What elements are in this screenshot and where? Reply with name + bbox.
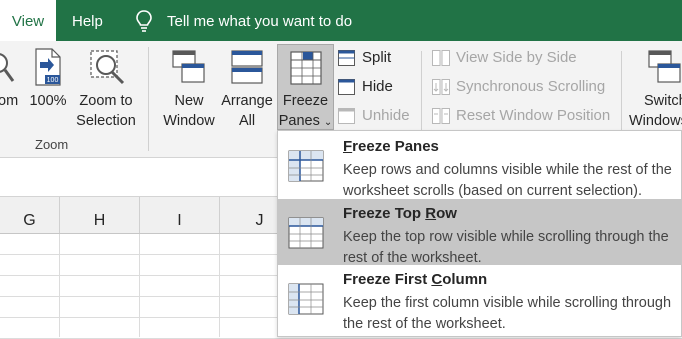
- access-key: F: [343, 138, 353, 155]
- hide-label: Hide: [362, 78, 393, 95]
- arrange-all-label-1: Arrange: [221, 93, 273, 109]
- access-key: C: [431, 271, 443, 288]
- title-part: Freeze First: [343, 271, 432, 288]
- title-part: Freeze Top: [343, 205, 426, 222]
- menu-item-freeze-panes[interactable]: Freeze Panes Keep rows and columns visib…: [278, 132, 681, 199]
- reset-window-position-button[interactable]: Reset Window Position: [432, 105, 612, 127]
- view-side-by-side-button[interactable]: View Side by Side: [432, 47, 612, 69]
- freeze-panes-label-1: Freeze: [282, 93, 329, 109]
- zoom-to-selection-icon: [90, 50, 125, 85]
- ribbon-tab-bar: View Help Tell me what you want to do: [0, 0, 682, 41]
- magnifier-icon: [0, 53, 15, 82]
- new-window-icon: [172, 50, 205, 83]
- view-side-by-side-label: View Side by Side: [456, 49, 577, 66]
- new-window-label-1: New: [174, 93, 204, 109]
- new-window-button[interactable]: New Window: [160, 41, 218, 135]
- group-separator: [148, 47, 149, 151]
- freeze-panes-icon: [288, 150, 324, 182]
- freeze-first-column-icon: [288, 283, 324, 315]
- column-header-g[interactable]: G: [0, 197, 60, 233]
- svg-text:100: 100: [47, 77, 59, 84]
- menu-item-title: Freeze Top Row: [343, 205, 457, 222]
- zoom-100-label: 100%: [29, 93, 67, 109]
- zoom-to-selection-label-1: Zoom to: [79, 93, 133, 109]
- synchronous-scrolling-label: Synchronous Scrolling: [456, 78, 606, 95]
- tab-help[interactable]: Help: [72, 0, 103, 41]
- switch-windows-label-1: Switch: [644, 93, 682, 109]
- split-icon: [338, 50, 355, 66]
- arrange-all-button[interactable]: Arrange All: [219, 41, 275, 135]
- title-part: reeze Panes: [352, 138, 439, 155]
- arrange-all-label-2: All: [238, 113, 256, 129]
- view-side-by-side-icon: [432, 50, 450, 66]
- unhide-label: Unhide: [362, 107, 410, 124]
- tell-me-search[interactable]: Tell me what you want to do: [167, 0, 352, 41]
- menu-item-title: Freeze Panes: [343, 138, 439, 155]
- freeze-panes-label-2: Panes: [278, 113, 320, 129]
- menu-item-description: Keep rows and columns visible while the …: [343, 162, 672, 199]
- arrange-all-icon: [231, 50, 263, 84]
- grid-column-line: [59, 234, 60, 337]
- zoom-group-label: Zoom: [35, 137, 69, 152]
- subgroup-separator-2: [621, 51, 622, 131]
- switch-windows-label-2: Windows: [629, 113, 682, 129]
- hide-button[interactable]: Hide: [338, 76, 418, 98]
- chevron-down-icon: ⌄: [323, 117, 333, 128]
- reset-window-position-label: Reset Window Position: [456, 107, 611, 124]
- access-key: R: [425, 205, 437, 222]
- synchronous-scrolling-icon: [432, 79, 450, 95]
- unhide-button[interactable]: Unhide: [338, 105, 418, 127]
- switch-windows-button[interactable]: Switch Windows: [628, 41, 682, 135]
- zoom-100-icon: 100: [35, 48, 61, 86]
- hide-window-icon: [338, 79, 355, 95]
- switch-windows-icon: [648, 50, 681, 83]
- zoom-100-button[interactable]: 100 100%: [26, 41, 70, 135]
- split-button[interactable]: Split: [338, 47, 418, 69]
- grid-column-line: [139, 234, 140, 337]
- tab-view[interactable]: View: [0, 0, 56, 41]
- lightbulb-icon: [136, 10, 152, 32]
- column-header-i[interactable]: I: [140, 197, 220, 233]
- menu-item-description: Keep the top row visible while scrolling…: [343, 229, 669, 266]
- new-window-label-2: Window: [163, 113, 215, 129]
- menu-item-freeze-top-row[interactable]: Freeze Top Row Keep the top row visible …: [278, 199, 681, 266]
- menu-item-title: Freeze First Column: [343, 271, 487, 288]
- title-part: olumn: [442, 271, 488, 288]
- column-header-h[interactable]: H: [60, 197, 140, 233]
- freeze-panes-icon: [290, 51, 322, 85]
- unhide-window-icon: [338, 108, 355, 124]
- reset-window-position-icon: [432, 108, 450, 124]
- grid-column-line: [219, 234, 220, 337]
- split-label: Split: [362, 49, 392, 66]
- subgroup-separator: [421, 51, 422, 131]
- zoom-to-selection-label-2: Selection: [76, 113, 136, 129]
- synchronous-scrolling-button[interactable]: Synchronous Scrolling: [432, 76, 612, 98]
- freeze-panes-menu: Freeze Panes Keep rows and columns visib…: [277, 130, 682, 337]
- menu-item-description: Keep the first column visible while scro…: [343, 295, 672, 332]
- zoom-button[interactable]: om: [0, 41, 18, 135]
- menu-item-freeze-first-column[interactable]: Freeze First Column Keep the first colum…: [278, 265, 681, 332]
- freeze-top-row-icon: [288, 217, 324, 249]
- zoom-to-selection-button[interactable]: Zoom to Selection: [72, 41, 140, 135]
- zoom-label: om: [0, 93, 19, 109]
- freeze-panes-button[interactable]: Freeze Panes ⌄: [277, 44, 334, 130]
- title-part: ow: [436, 205, 457, 222]
